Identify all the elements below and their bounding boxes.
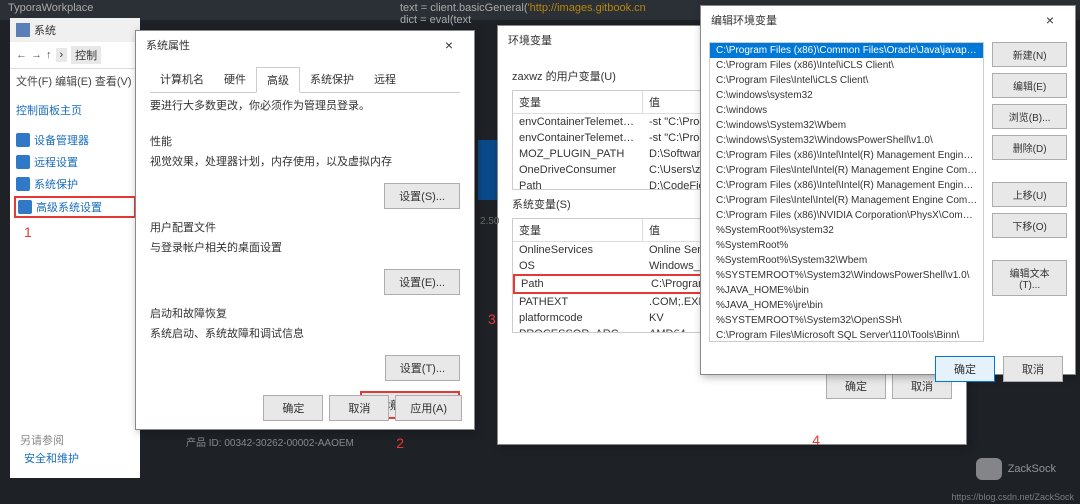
annotation-1: 1 <box>24 224 134 240</box>
list-item[interactable]: C:\Program Files (x86)\Common Files\Orac… <box>710 43 983 58</box>
tabs: 计算机名 硬件 高级 系统保护 远程 <box>150 67 460 93</box>
windows-tile <box>478 140 498 200</box>
sidebar-item-protection[interactable]: 系统保护 <box>16 173 134 195</box>
cancel-button[interactable]: 取消 <box>329 395 389 421</box>
list-item[interactable]: C:\Program Files (x86)\Intel\iCLS Client… <box>710 58 983 73</box>
list-item[interactable]: C:\Program Files (x86)\NVIDIA Corporatio… <box>710 208 983 223</box>
list-item[interactable]: C:\Program Files\Microsoft SQL Server\11… <box>710 328 983 342</box>
perf-title: 性能 <box>150 133 460 149</box>
system-properties-dialog: 系统属性 × 计算机名 硬件 高级 系统保护 远程 要进行大多数更改，你必须作为… <box>135 30 475 430</box>
list-item[interactable]: %SystemRoot%\System32\Wbem <box>710 253 983 268</box>
sidebar-item-remote[interactable]: 远程设置 <box>16 151 134 173</box>
dialog-title: 编辑环境变量 <box>711 12 777 28</box>
shield-icon <box>16 155 30 169</box>
panel-title: 系统 <box>34 22 56 38</box>
security-maintenance-link[interactable]: 安全和维护 <box>24 450 79 466</box>
annotation-2: 2 <box>396 435 404 451</box>
wechat-icon <box>976 458 1002 480</box>
user-profile-desc: 与登录帐户相关的桌面设置 <box>150 235 460 265</box>
nav-fwd-icon[interactable]: → <box>31 49 42 61</box>
ok-button[interactable]: 确定 <box>935 356 995 382</box>
apply-button[interactable]: 应用(A) <box>395 395 462 421</box>
nav-up-icon[interactable]: ↑ <box>46 49 52 61</box>
perf-settings-button[interactable]: 设置(S)... <box>384 183 460 209</box>
close-icon[interactable]: × <box>1035 12 1065 28</box>
list-item[interactable]: %JAVA_HOME%\jre\bin <box>710 298 983 313</box>
list-item[interactable]: %SYSTEMROOT%\System32\OpenSSH\ <box>710 313 983 328</box>
edit-env-var-dialog: 编辑环境变量 × C:\Program Files (x86)\Common F… <box>700 5 1076 375</box>
menu-bar[interactable]: 文件(F) 编辑(E) 查看(V) <box>10 69 140 93</box>
close-icon[interactable]: × <box>434 37 464 53</box>
also-see-label: 另请参阅 <box>20 432 64 448</box>
list-item[interactable]: C:\Program Files (x86)\Intel\Intel(R) Ma… <box>710 178 983 193</box>
move-down-button[interactable]: 下移(O) <box>992 213 1067 238</box>
list-item[interactable]: C:\windows\System32\WindowsPowerShell\v1… <box>710 133 983 148</box>
code-snippet: text = client.basicGeneral('http://image… <box>400 2 646 26</box>
tab-hardware[interactable]: 硬件 <box>214 67 256 92</box>
list-item[interactable]: %SystemRoot% <box>710 238 983 253</box>
cancel-button[interactable]: 取消 <box>1003 356 1063 382</box>
list-item[interactable]: C:\Program Files\Intel\iCLS Client\ <box>710 73 983 88</box>
col-var: 变量 <box>513 91 643 113</box>
col-var: 变量 <box>513 219 643 241</box>
list-item[interactable]: C:\Program Files\Intel\Intel(R) Manageme… <box>710 163 983 178</box>
list-item[interactable]: %SystemRoot%\system32 <box>710 223 983 238</box>
new-button[interactable]: 新建(N) <box>992 42 1067 67</box>
startup-settings-button[interactable]: 设置(T)... <box>385 355 460 381</box>
crumb-text[interactable]: 控制 <box>71 46 101 64</box>
side-number: 2.50 <box>480 216 499 227</box>
tab-advanced[interactable]: 高级 <box>256 67 300 93</box>
sidebar-item-device-manager[interactable]: 设备管理器 <box>16 129 134 151</box>
breadcrumb[interactable]: ← → ↑ › 控制 <box>10 42 140 69</box>
list-item[interactable]: C:\windows\System32\Wbem <box>710 118 983 133</box>
startup-title: 启动和故障恢复 <box>150 305 460 321</box>
shield-icon <box>16 133 30 147</box>
control-panel-home[interactable]: 控制面板主页 <box>16 99 134 121</box>
perf-desc: 视觉效果，处理器计划，内存使用，以及虚拟内存 <box>150 149 460 179</box>
tab-protection[interactable]: 系统保护 <box>300 67 364 92</box>
admin-note: 要进行大多数更改，你必须作为管理员登录。 <box>150 93 460 123</box>
delete-button[interactable]: 删除(D) <box>992 135 1067 160</box>
panel-header: 系统 <box>10 18 140 42</box>
annotation-4: 4 <box>812 432 820 448</box>
move-up-button[interactable]: 上移(U) <box>992 182 1067 207</box>
list-item[interactable]: C:\Program Files\Intel\Intel(R) Manageme… <box>710 193 983 208</box>
list-item[interactable]: C:\windows\system32 <box>710 88 983 103</box>
user-settings-button[interactable]: 设置(E)... <box>384 269 460 295</box>
shield-icon <box>16 177 30 191</box>
system-icon <box>16 23 30 37</box>
blog-url: https://blog.csdn.net/ZackSock <box>951 492 1074 502</box>
list-item[interactable]: C:\Program Files (x86)\Intel\Intel(R) Ma… <box>710 148 983 163</box>
edit-text-button[interactable]: 编辑文本(T)... <box>992 260 1067 296</box>
dialog-title: 环境变量 <box>508 32 552 48</box>
dialog-title: 系统属性 <box>146 37 190 53</box>
ok-button[interactable]: 确定 <box>263 395 323 421</box>
sidebar-item-advanced-settings[interactable]: 高级系统设置 <box>14 196 136 218</box>
watermark: ZackSock <box>976 458 1056 480</box>
product-id: 产品 ID: 00342-30262-00002-AAOEM <box>186 434 354 449</box>
crumb-sep: › <box>56 48 68 62</box>
tab-computer-name[interactable]: 计算机名 <box>150 67 214 92</box>
startup-desc: 系统启动、系统故障和调试信息 <box>150 321 460 351</box>
edit-button[interactable]: 编辑(E) <box>992 73 1067 98</box>
user-profile-title: 用户配置文件 <box>150 219 460 235</box>
system-control-panel: 系统 ← → ↑ › 控制 文件(F) 编辑(E) 查看(V) 控制面板主页 设… <box>10 18 140 478</box>
annotation-3: 3 <box>488 311 496 327</box>
shield-icon <box>18 200 32 214</box>
nav-back-icon[interactable]: ← <box>16 49 27 61</box>
list-item[interactable]: C:\windows <box>710 103 983 118</box>
list-item[interactable]: %JAVA_HOME%\bin <box>710 283 983 298</box>
path-list[interactable]: C:\Program Files (x86)\Common Files\Orac… <box>709 42 984 342</box>
list-item[interactable]: %SYSTEMROOT%\System32\WindowsPowerShell\… <box>710 268 983 283</box>
tab-remote[interactable]: 远程 <box>364 67 406 92</box>
browse-button[interactable]: 浏览(B)... <box>992 104 1067 129</box>
